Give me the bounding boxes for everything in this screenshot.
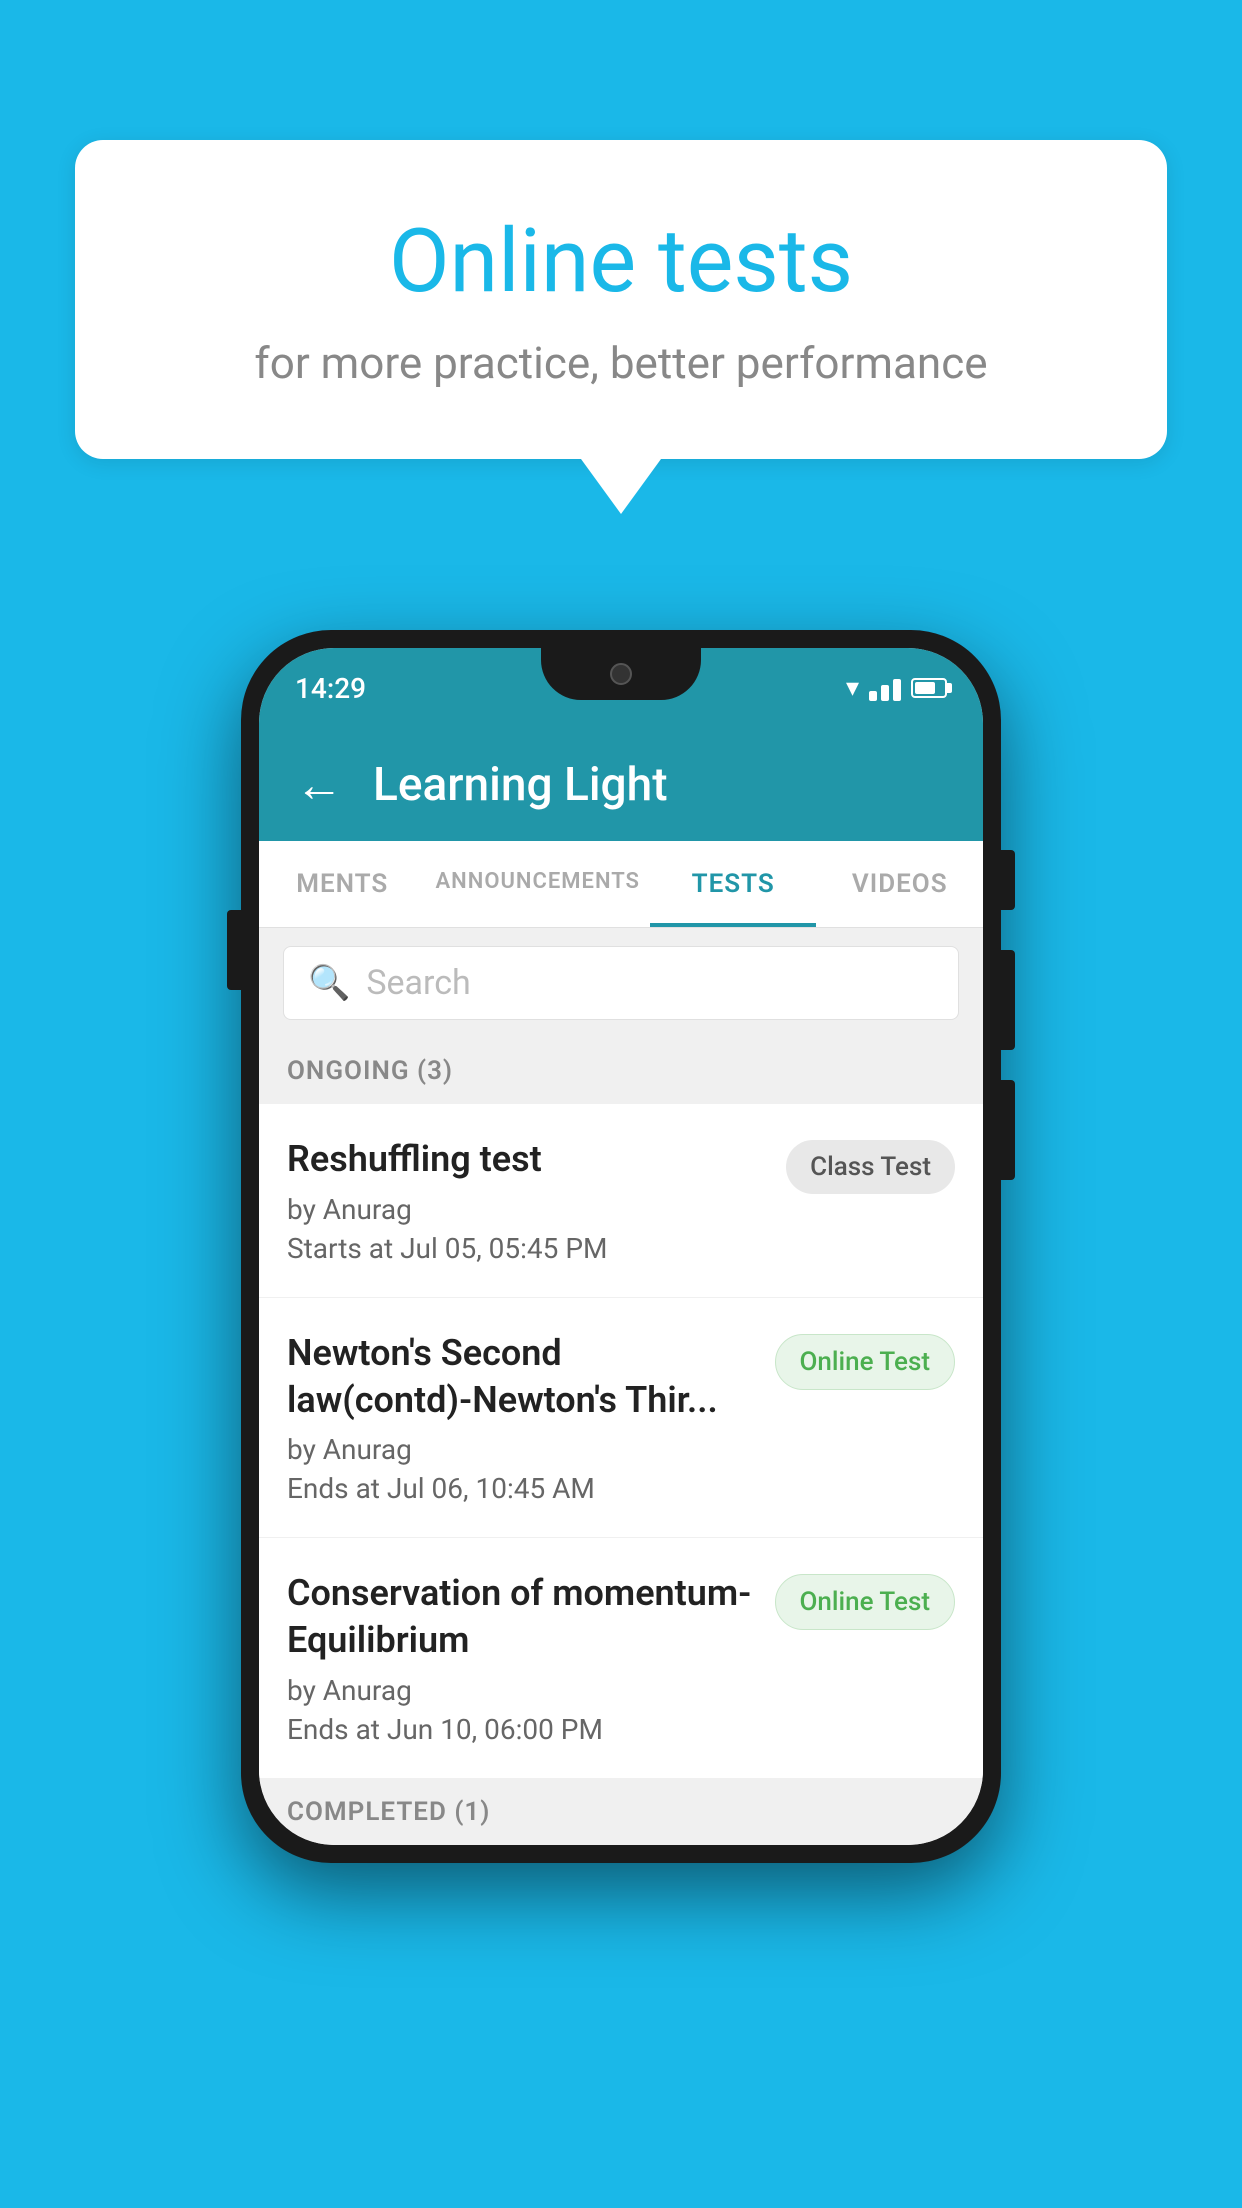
tab-videos[interactable]: VIDEOS [816,841,983,927]
speech-bubble: Online tests for more practice, better p… [75,140,1167,459]
test-name: Reshuffling test [287,1136,766,1183]
completed-label: COMPLETED (1) [287,1797,490,1827]
search-placeholder: Search [366,963,470,1003]
test-author: by Anurag [287,1193,766,1226]
test-author: by Anurag [287,1674,755,1707]
test-list: Reshuffling test by Anurag Starts at Jul… [259,1104,983,1779]
test-item[interactable]: Conservation of momentum-Equilibrium by … [259,1538,983,1779]
signal-icon [869,675,901,701]
tab-tests[interactable]: TESTS [650,841,817,927]
test-time: Ends at Jun 10, 06:00 PM [287,1713,755,1746]
back-button[interactable]: ← [295,756,343,813]
test-item[interactable]: Reshuffling test by Anurag Starts at Jul… [259,1104,983,1298]
test-author: by Anurag [287,1433,755,1466]
battery-icon [911,678,947,698]
camera [610,663,632,685]
wifi-icon: ▾ [846,673,859,703]
phone-screen: 14:29 ▾ ← [259,648,983,1845]
test-item[interactable]: Newton's Second law(contd)-Newton's Thir… [259,1298,983,1539]
notch [541,648,701,700]
side-button-volume [227,910,241,990]
bubble-arrow [581,459,661,514]
tab-announcements[interactable]: ANNOUNCEMENTS [426,841,650,927]
tabs-bar: MENTS ANNOUNCEMENTS TESTS VIDEOS [259,841,983,928]
test-info: Conservation of momentum-Equilibrium by … [287,1570,775,1746]
app-title: Learning Light [373,758,668,812]
test-badge-class: Class Test [786,1140,955,1194]
bubble-subtitle: for more practice, better performance [155,337,1087,389]
side-button-power [1001,850,1015,910]
search-icon: 🔍 [308,963,350,1003]
test-badge-online: Online Test [775,1334,956,1390]
test-badge-online: Online Test [775,1574,956,1630]
status-time: 14:29 [295,672,366,705]
test-name: Newton's Second law(contd)-Newton's Thir… [287,1330,755,1424]
search-container: 🔍 Search [259,928,983,1038]
side-button-vol-down [1001,1080,1015,1180]
test-info: Reshuffling test by Anurag Starts at Jul… [287,1136,786,1265]
search-box[interactable]: 🔍 Search [283,946,959,1020]
phone-wrapper: 14:29 ▾ ← [241,630,1001,1863]
ongoing-section-header: ONGOING (3) [259,1038,983,1104]
status-bar: 14:29 ▾ [259,648,983,728]
test-time: Ends at Jul 06, 10:45 AM [287,1472,755,1505]
speech-bubble-container: Online tests for more practice, better p… [75,140,1167,514]
ongoing-label: ONGOING (3) [287,1056,453,1086]
app-header: ← Learning Light [259,728,983,841]
phone-outer: 14:29 ▾ ← [241,630,1001,1863]
completed-section-header: COMPLETED (1) [259,1779,983,1845]
test-info: Newton's Second law(contd)-Newton's Thir… [287,1330,775,1506]
test-name: Conservation of momentum-Equilibrium [287,1570,755,1664]
test-time: Starts at Jul 05, 05:45 PM [287,1232,766,1265]
bubble-title: Online tests [155,210,1087,313]
status-icons: ▾ [846,673,947,703]
tab-ments[interactable]: MENTS [259,841,426,927]
side-button-vol-up [1001,950,1015,1050]
